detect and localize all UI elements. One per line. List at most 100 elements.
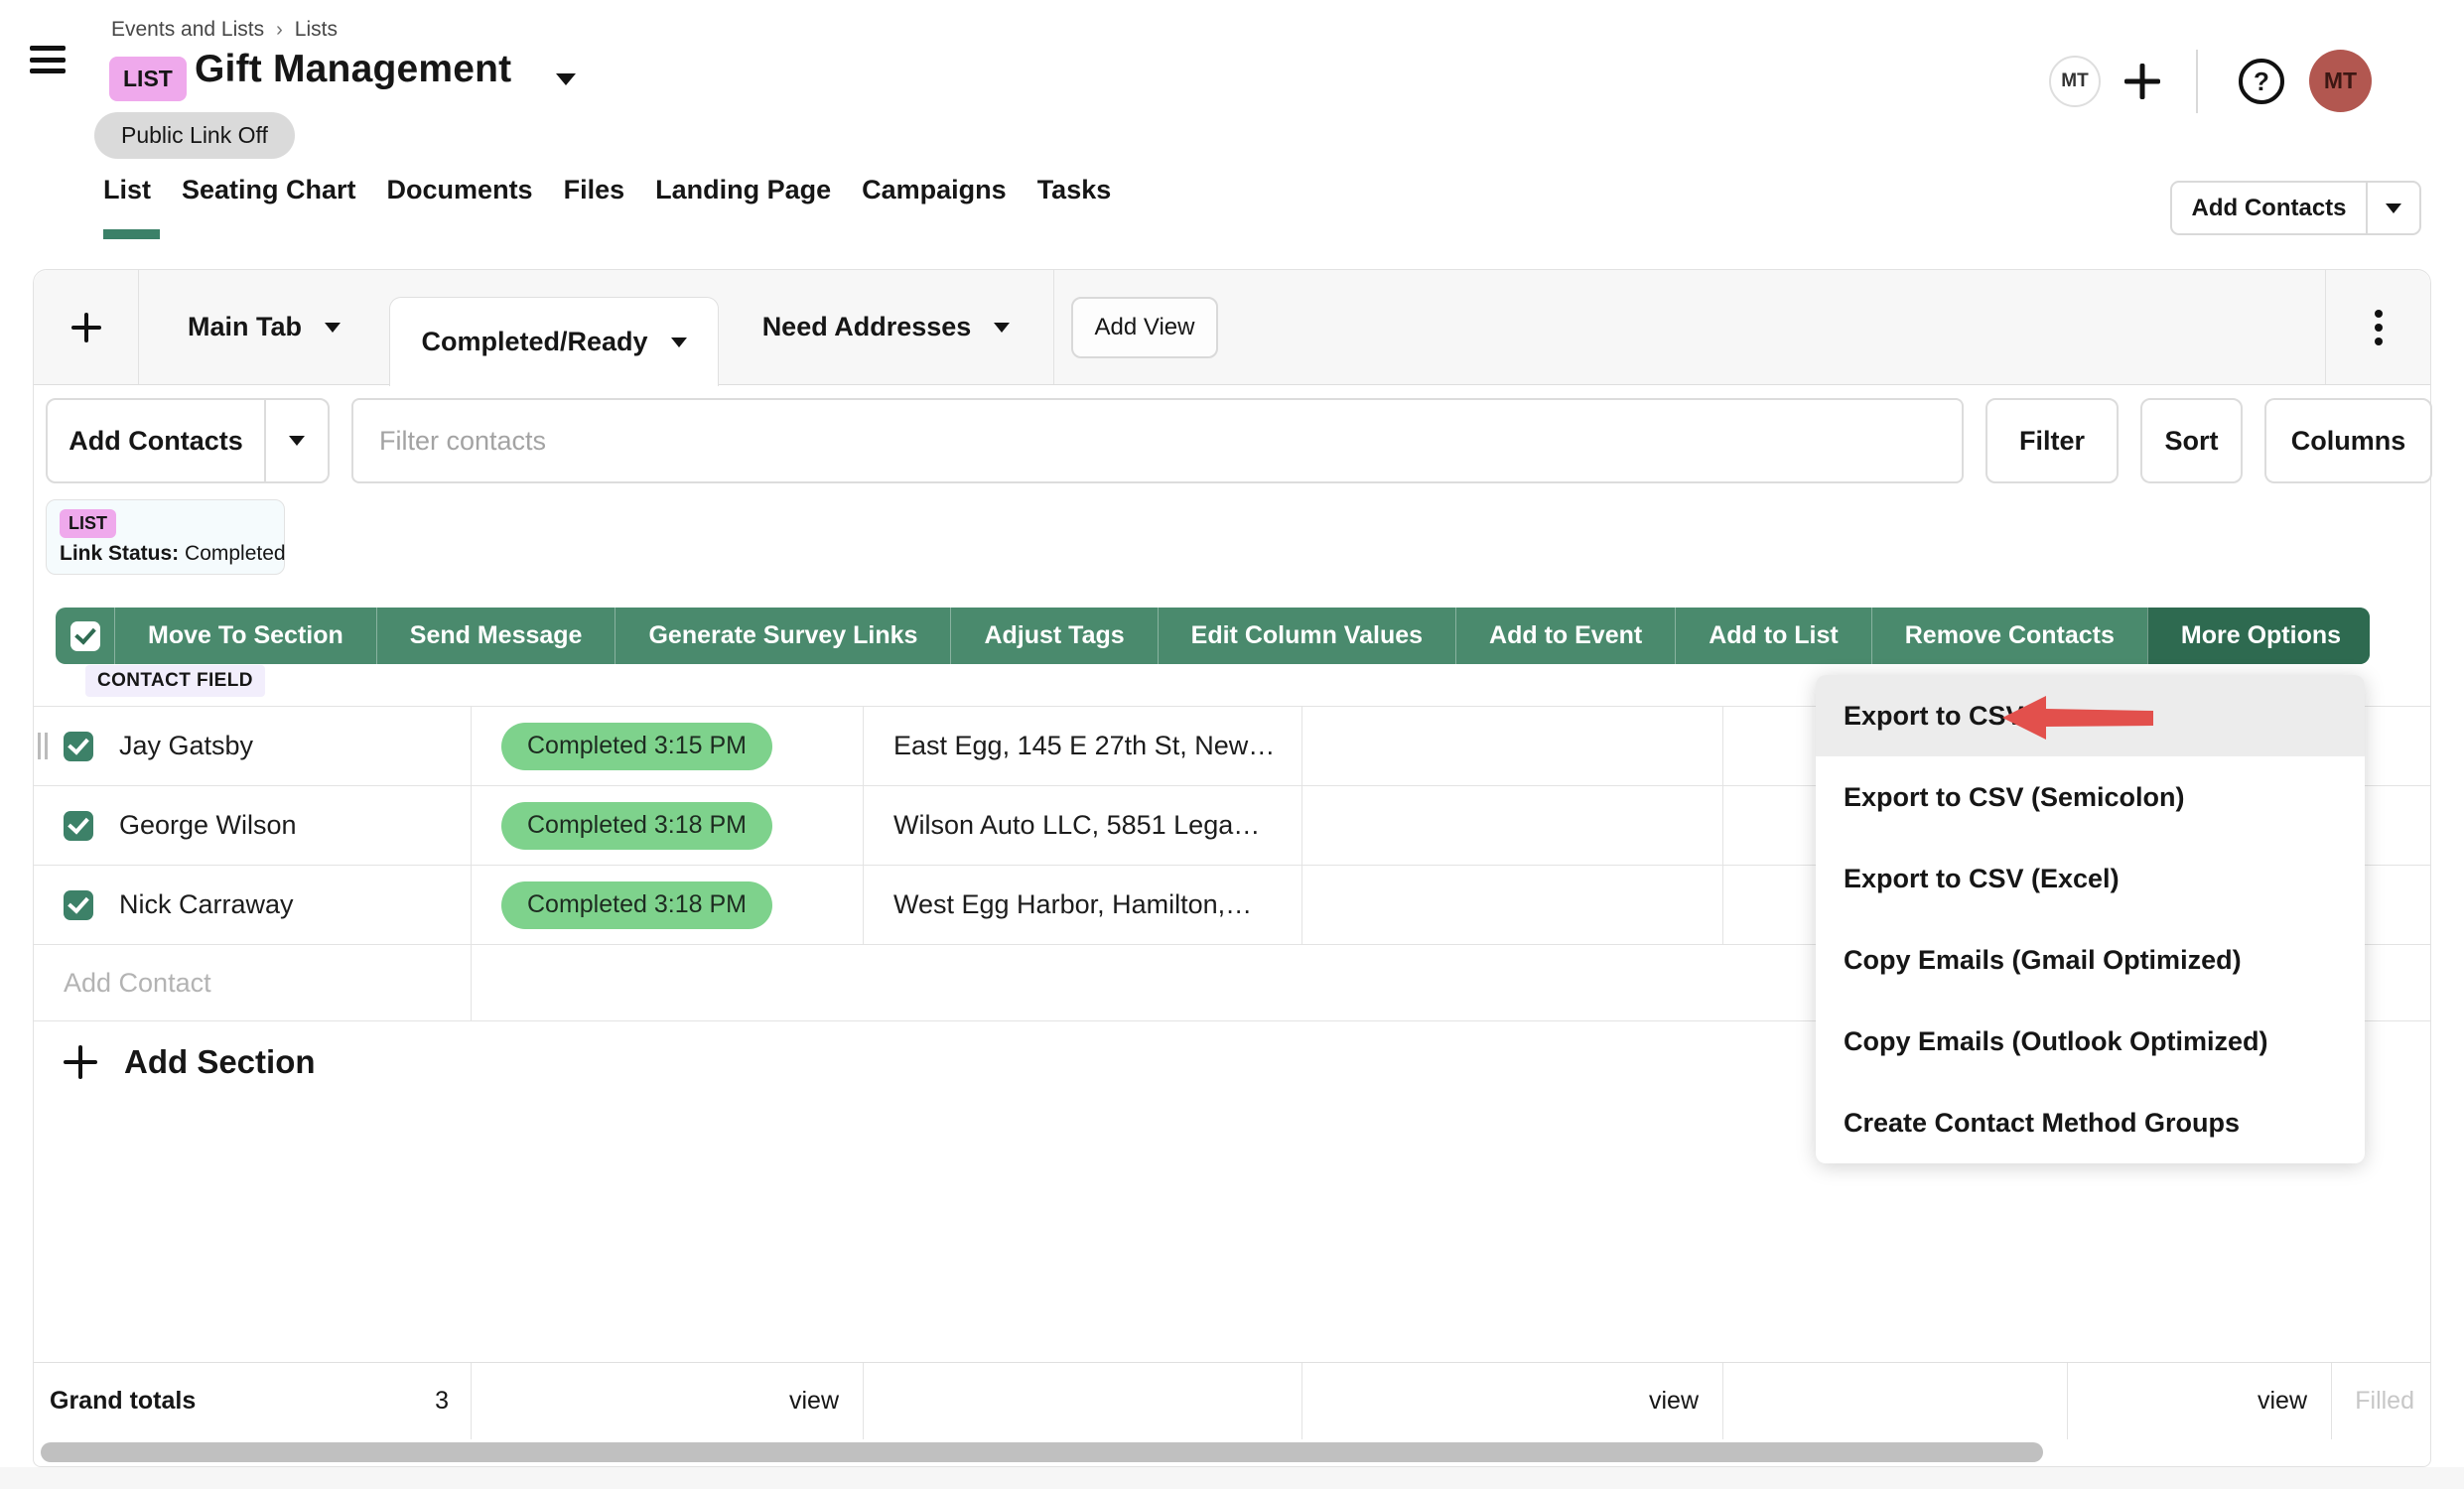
add-contacts-button-top[interactable]: Add Contacts — [2170, 181, 2421, 235]
contact-name[interactable]: Nick Carraway — [119, 889, 294, 920]
drag-handle-icon[interactable] — [38, 733, 51, 759]
add-contact-placeholder[interactable]: Add Contact — [64, 968, 211, 999]
action-edit-column-values[interactable]: Edit Column Values — [1158, 608, 1455, 664]
columns-button[interactable]: Columns — [2264, 398, 2432, 483]
view-tab-completed-ready[interactable]: Completed/Ready — [389, 297, 719, 386]
header-divider — [2196, 50, 2198, 113]
grand-totals-label: Grand totals — [50, 1387, 196, 1416]
contact-field-column-header: CONTACT FIELD — [85, 665, 265, 697]
chip-label: Link Status: — [60, 542, 179, 565]
action-generate-survey-links[interactable]: Generate Survey Links — [615, 608, 950, 664]
page-title: Gift Management — [195, 48, 511, 91]
action-add-to-list[interactable]: Add to List — [1675, 608, 1871, 664]
menu-create-contact-method-groups[interactable]: Create Contact Method Groups — [1816, 1082, 2365, 1163]
breadcrumb-separator-icon: › — [276, 19, 283, 42]
contact-address[interactable]: Wilson Auto LLC, 5851 Lega… — [893, 810, 1260, 841]
breadcrumb: Events and Lists › Lists — [111, 18, 338, 42]
add-contacts-button[interactable]: Add Contacts — [46, 398, 330, 483]
action-move-to-section[interactable]: Move To Section — [114, 608, 376, 664]
filled-label: Filled — [2355, 1387, 2414, 1416]
action-send-message[interactable]: Send Message — [376, 608, 616, 664]
chip-list-badge: LIST — [60, 509, 116, 538]
contact-address[interactable]: West Egg Harbor, Hamilton,… — [893, 889, 1252, 920]
view-tab-need-caret-icon[interactable] — [994, 323, 1010, 333]
sort-button[interactable]: Sort — [2140, 398, 2243, 483]
menu-export-to-csv-semicolon[interactable]: Export to CSV (Semicolon) — [1816, 756, 2365, 838]
select-all-checkbox[interactable] — [70, 621, 100, 651]
hamburger-menu-icon[interactable] — [30, 46, 66, 73]
nav-tab-files[interactable]: Files — [564, 175, 625, 205]
view-tab-main-tab[interactable]: Main Tab — [139, 270, 389, 384]
user-avatar[interactable]: MT — [2309, 50, 2372, 112]
grand-totals-count: 3 — [435, 1387, 449, 1416]
help-icon[interactable]: ? — [2239, 59, 2284, 104]
status-badge: Completed 3:18 PM — [501, 802, 772, 850]
row-checkbox[interactable] — [64, 732, 93, 761]
nav-tab-list[interactable]: List — [103, 175, 151, 205]
action-remove-contacts[interactable]: Remove Contacts — [1871, 608, 2147, 664]
add-view-button[interactable]: Add View — [1071, 297, 1218, 358]
action-more-options[interactable]: More Options — [2147, 608, 2370, 664]
nav-tab-seating-chart[interactable]: Seating Chart — [182, 175, 356, 205]
view-link[interactable]: view — [1649, 1387, 1699, 1416]
filter-contacts-input[interactable] — [351, 398, 1964, 483]
chip-value: Completed — [185, 542, 286, 565]
breadcrumb-events-and-lists[interactable]: Events and Lists — [111, 18, 264, 42]
list-panel: Main Tab Need Addresses Add View Complet… — [33, 269, 2431, 1467]
add-contacts-button-label: Add Contacts — [48, 400, 264, 481]
empty-cell[interactable] — [1302, 786, 1723, 865]
page-footer-strip — [0, 1467, 2464, 1489]
add-new-icon[interactable] — [2124, 64, 2160, 99]
view-tab-active-label: Completed/Ready — [421, 327, 647, 357]
contact-name[interactable]: George Wilson — [119, 810, 297, 841]
add-view-plus-icon[interactable] — [34, 270, 139, 384]
status-badge: Completed 3:18 PM — [501, 881, 772, 929]
list-type-badge: LIST — [109, 57, 187, 101]
empty-cell[interactable] — [1302, 866, 1723, 944]
add-section-button[interactable]: Add Section — [64, 1040, 316, 1084]
add-contacts-caret[interactable] — [2368, 183, 2419, 233]
link-status-filter-chip[interactable]: LIST Link Status: Completed — [46, 499, 285, 575]
red-arrow-annotation-icon — [2002, 695, 2153, 741]
view-link[interactable]: view — [2258, 1387, 2307, 1416]
view-tab-main-caret-icon[interactable] — [325, 323, 341, 333]
contact-name[interactable]: Jay Gatsby — [119, 731, 253, 761]
mini-avatar[interactable]: MT — [2049, 56, 2101, 107]
nav-tab-campaigns[interactable]: Campaigns — [862, 175, 1007, 205]
view-link[interactable]: view — [789, 1387, 839, 1416]
public-link-status-badge[interactable]: Public Link Off — [94, 112, 295, 159]
plus-icon — [64, 1045, 97, 1079]
menu-copy-emails-outlook[interactable]: Copy Emails (Outlook Optimized) — [1816, 1001, 2365, 1082]
nav-tab-tasks[interactable]: Tasks — [1037, 175, 1112, 205]
action-add-to-event[interactable]: Add to Event — [1455, 608, 1675, 664]
view-tab-need-label: Need Addresses — [762, 312, 972, 342]
menu-export-to-csv-excel[interactable]: Export to CSV (Excel) — [1816, 838, 2365, 919]
add-section-label: Add Section — [124, 1043, 316, 1081]
more-options-menu: Export to CSV Export to CSV (Semicolon) … — [1816, 675, 2365, 1163]
breadcrumb-lists[interactable]: Lists — [295, 18, 338, 42]
nav-tab-documents[interactable]: Documents — [387, 175, 533, 205]
grand-totals-row: Grand totals 3 view view view Filled — [34, 1362, 2430, 1439]
filter-button[interactable]: Filter — [1985, 398, 2119, 483]
add-contacts-label: Add Contacts — [2172, 183, 2366, 233]
panel-more-menu[interactable] — [2325, 270, 2430, 384]
status-badge: Completed 3:15 PM — [501, 723, 772, 770]
nav-tab-landing-page[interactable]: Landing Page — [655, 175, 831, 205]
empty-cell[interactable] — [1302, 707, 1723, 785]
horizontal-scrollbar[interactable] — [41, 1442, 2043, 1462]
action-adjust-tags[interactable]: Adjust Tags — [950, 608, 1157, 664]
kebab-menu-icon[interactable] — [2375, 310, 2383, 345]
app-window: Events and Lists › Lists LIST Gift Manag… — [0, 0, 2464, 1489]
view-tab-active-caret-icon[interactable] — [671, 338, 687, 347]
title-dropdown-caret-icon[interactable] — [556, 73, 576, 85]
view-tab-need-addresses[interactable]: Need Addresses — [719, 270, 1053, 384]
add-contacts-button-caret[interactable] — [266, 400, 328, 481]
main-nav: List Seating Chart Documents Files Landi… — [103, 175, 1111, 205]
row-checkbox[interactable] — [64, 890, 93, 920]
contact-address[interactable]: East Egg, 145 E 27th St, New… — [893, 731, 1275, 761]
row-checkbox[interactable] — [64, 811, 93, 841]
bulk-action-bar: Move To Section Send Message Generate Su… — [56, 608, 2370, 664]
menu-copy-emails-gmail[interactable]: Copy Emails (Gmail Optimized) — [1816, 919, 2365, 1001]
nav-active-underline — [103, 229, 160, 239]
view-tab-main-label: Main Tab — [188, 312, 302, 342]
